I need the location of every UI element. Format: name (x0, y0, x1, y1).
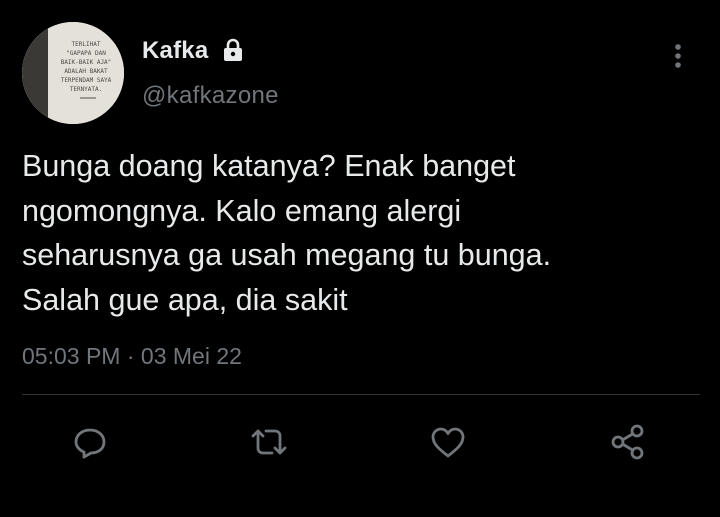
avatar-text-line: TERNYATA. (70, 86, 103, 93)
avatar[interactable]: TERLIHAT "GAPAPA DAN BAIK-BAIK AJA" ADAL… (22, 22, 124, 124)
retweet-icon (251, 429, 287, 455)
reply-icon (74, 428, 106, 459)
avatar-text-line: TERLIHAT (72, 41, 101, 48)
share-icon (611, 424, 644, 460)
reply-button[interactable] (68, 420, 112, 464)
avatar-text-line: "GAPAPA DAN (66, 50, 106, 57)
avatar-text-line: ADALAH BAKAT (64, 68, 108, 75)
tweet-time: 05:03 PM (22, 343, 121, 369)
tweet-text: Bunga doang katanya? Enak banget ngomong… (22, 144, 702, 322)
meta-separator: · (126, 343, 135, 369)
tweet-text-line: Bunga doang katanya? Enak banget (22, 149, 516, 183)
lock-icon (224, 38, 242, 61)
tweet-timestamp[interactable]: 05:03 PM · 03 Mei 22 (22, 342, 242, 370)
like-button[interactable] (426, 420, 470, 464)
retweet-button[interactable] (247, 420, 291, 464)
avatar-text-line: BAIK-BAIK AJA" (61, 59, 112, 66)
avatar-image: TERLIHAT "GAPAPA DAN BAIK-BAIK AJA" ADAL… (22, 22, 124, 124)
user-handle[interactable]: @kafkazone (142, 82, 279, 110)
divider (22, 394, 700, 395)
avatar-text-line: TERPENDAM SAYA (61, 77, 112, 84)
like-icon (431, 427, 465, 458)
tweet-text-line: seharusnya ga usah megang tu bunga. (22, 238, 552, 272)
tweet-date: 03 Mei 22 (140, 343, 242, 369)
tweet-text-line: Salah gue apa, dia sakit (22, 282, 348, 317)
tweet-text-line: ngomongnya. Kalo emang alergi (22, 193, 462, 228)
tweet-detail: TERLIHAT "GAPAPA DAN BAIK-BAIK AJA" ADAL… (0, 0, 720, 517)
share-button[interactable] (606, 420, 650, 464)
display-name[interactable]: Kafka (142, 37, 208, 65)
more-options-icon[interactable] (666, 40, 690, 74)
